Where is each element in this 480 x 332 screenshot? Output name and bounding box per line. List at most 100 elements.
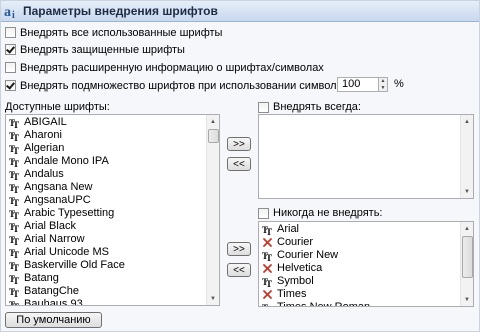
spin-up-icon[interactable]: ▲ bbox=[379, 78, 387, 84]
scroll-down-icon[interactable]: ▼ bbox=[207, 292, 219, 305]
scroll-thumb[interactable] bbox=[462, 236, 473, 278]
svg-text:T: T bbox=[13, 146, 19, 154]
truetype-font-icon: TT bbox=[262, 225, 272, 235]
truetype-font-icon: TT bbox=[9, 144, 19, 154]
font-name: Bauhaus 93 bbox=[24, 298, 83, 306]
svg-text:T: T bbox=[13, 120, 19, 128]
option-embed-extended-info[interactable]: Внедрять расширенную информацию о шрифта… bbox=[5, 60, 324, 75]
svg-text:T: T bbox=[13, 172, 19, 180]
font-list-item[interactable]: T T Aharoni bbox=[6, 129, 219, 142]
not-embeddable-x-icon bbox=[263, 290, 272, 299]
font-list-item[interactable]: T T Arial Narrow bbox=[6, 233, 219, 246]
font-list-item[interactable]: T T Algerian bbox=[6, 142, 219, 155]
never-embed-label: Никогда не внедрять: bbox=[273, 207, 383, 219]
font-list-item[interactable]: TT Bauhaus 93 bbox=[6, 298, 219, 306]
font-name: Aharoni bbox=[24, 129, 62, 141]
truetype-font-icon: TT bbox=[9, 261, 19, 271]
spin-down-icon[interactable]: ▼ bbox=[379, 85, 387, 91]
font-name: Baskerville Old Face bbox=[24, 259, 125, 271]
font-list-item[interactable]: T T Symbol bbox=[259, 275, 473, 288]
font-list-item[interactable]: T T AngsanaUPC bbox=[6, 194, 219, 207]
font-list-item[interactable]: T T Arabic Typesetting bbox=[6, 207, 219, 220]
svg-text:T: T bbox=[266, 227, 272, 235]
font-list-item[interactable]: T T Batang bbox=[6, 272, 219, 285]
never-embed-scrollbar[interactable]: ▲ ▼ bbox=[460, 222, 473, 306]
add-never-button[interactable]: >> bbox=[227, 242, 251, 256]
truetype-font-icon: TT bbox=[9, 157, 19, 167]
font-list-item[interactable]: T T Andalus bbox=[6, 168, 219, 181]
font-name: Courier bbox=[277, 236, 314, 248]
option-embed-protected[interactable]: Внедрять защищенные шрифты bbox=[5, 42, 185, 57]
available-fonts-label: Доступные шрифты: bbox=[5, 101, 110, 113]
checkbox[interactable] bbox=[5, 44, 16, 55]
truetype-font-icon: TT bbox=[262, 277, 272, 287]
scroll-up-icon[interactable]: ▲ bbox=[461, 222, 473, 235]
scroll-down-icon[interactable]: ▼ bbox=[461, 185, 473, 198]
font-list-item[interactable]: T T Angsana New bbox=[6, 181, 219, 194]
threshold-spinner[interactable]: ▲ ▼ bbox=[378, 77, 388, 92]
font-list-item[interactable]: T T Arial Unicode MS bbox=[6, 246, 219, 259]
always-embed-label: Внедрять всегда: bbox=[273, 101, 361, 113]
checkbox[interactable] bbox=[5, 62, 16, 73]
svg-text:T: T bbox=[13, 133, 19, 141]
svg-text:T: T bbox=[266, 279, 272, 287]
restore-defaults-button[interactable]: По умолчанию bbox=[5, 312, 102, 328]
svg-text:a: a bbox=[4, 5, 11, 19]
font-name: Arial Unicode MS bbox=[24, 246, 109, 258]
option-label: Внедрять защищенные шрифты bbox=[20, 43, 185, 56]
font-name: ABIGAIL bbox=[24, 116, 67, 128]
font-list-item[interactable]: T T Arial bbox=[259, 223, 473, 236]
scroll-down-icon[interactable]: ▼ bbox=[461, 293, 473, 306]
svg-text:T: T bbox=[266, 305, 272, 307]
font-list-item[interactable]: TT Times New Roman bbox=[259, 301, 473, 307]
checkbox[interactable] bbox=[258, 101, 269, 113]
svg-text:T: T bbox=[13, 237, 19, 245]
remove-never-button[interactable]: << bbox=[227, 263, 251, 277]
font-list-item[interactable]: T T Arial Black bbox=[6, 220, 219, 233]
not-embeddable-x-icon bbox=[263, 238, 272, 247]
checkbox[interactable] bbox=[5, 80, 16, 91]
font-list-item[interactable]: Courier bbox=[259, 236, 473, 249]
font-list-item[interactable]: T T BatangChe bbox=[6, 285, 219, 298]
truetype-font-icon: TT bbox=[9, 300, 19, 306]
option-label: Внедрять подмножество шрифтов при исполь… bbox=[20, 79, 387, 92]
available-fonts-list[interactable]: T T ABIGAIL T T Aharoni T T Algerian T T Andale Mon… bbox=[5, 114, 220, 306]
svg-text:T: T bbox=[13, 159, 19, 167]
font-name: Arial Narrow bbox=[24, 233, 85, 245]
truetype-font-icon: TT bbox=[9, 274, 19, 284]
scroll-up-icon[interactable]: ▲ bbox=[207, 115, 219, 128]
always-embed-scrollbar[interactable]: ▲ ▼ bbox=[460, 115, 473, 198]
font-name: AngsanaUPC bbox=[24, 194, 91, 206]
font-list-item[interactable]: T T Andale Mono IPA bbox=[6, 155, 219, 168]
font-list-item[interactable]: T T Baskerville Old Face bbox=[6, 259, 219, 272]
option-embed-subset[interactable]: Внедрять подмножество шрифтов при исполь… bbox=[5, 78, 387, 93]
font-list-item[interactable]: Times bbox=[259, 288, 473, 301]
font-list-item[interactable]: T T Courier New bbox=[259, 249, 473, 262]
remove-always-button[interactable]: << bbox=[227, 157, 251, 171]
font-name: Arabic Typesetting bbox=[24, 207, 115, 219]
available-fonts-scrollbar[interactable]: ▲ ▼ bbox=[206, 115, 219, 305]
font-name: Times New Roman bbox=[277, 301, 371, 307]
never-embed-list[interactable]: T T Arial Courier T T Courier New Helvetica T T Sy… bbox=[258, 221, 474, 307]
title-bar: a i Параметры внедрения шрифтов bbox=[1, 1, 479, 22]
font-name: Angsana New bbox=[24, 181, 93, 193]
font-list-item[interactable]: T T ABIGAIL bbox=[6, 116, 219, 129]
scroll-up-icon[interactable]: ▲ bbox=[461, 115, 473, 128]
always-embed-list[interactable]: ▲ ▼ bbox=[258, 114, 474, 199]
scroll-thumb[interactable] bbox=[208, 129, 219, 143]
checkbox[interactable] bbox=[5, 27, 16, 38]
svg-text:T: T bbox=[13, 263, 19, 271]
never-embed-group[interactable]: Никогда не внедрять: bbox=[258, 207, 383, 219]
add-always-button[interactable]: >> bbox=[227, 137, 251, 151]
truetype-font-icon: TT bbox=[9, 196, 19, 206]
always-embed-group[interactable]: Внедрять всегда: bbox=[258, 101, 361, 113]
subset-threshold-input[interactable]: 100 bbox=[337, 77, 379, 92]
truetype-font-icon: TT bbox=[9, 209, 19, 219]
font-list-item[interactable]: Helvetica bbox=[259, 262, 473, 275]
truetype-font-icon: TT bbox=[9, 248, 19, 258]
svg-text:T: T bbox=[13, 289, 19, 297]
option-embed-all-used[interactable]: Внедрять все использованные шрифты bbox=[5, 25, 222, 40]
svg-text:T: T bbox=[13, 302, 19, 306]
font-name: Batang bbox=[24, 272, 59, 284]
checkbox[interactable] bbox=[258, 207, 269, 219]
